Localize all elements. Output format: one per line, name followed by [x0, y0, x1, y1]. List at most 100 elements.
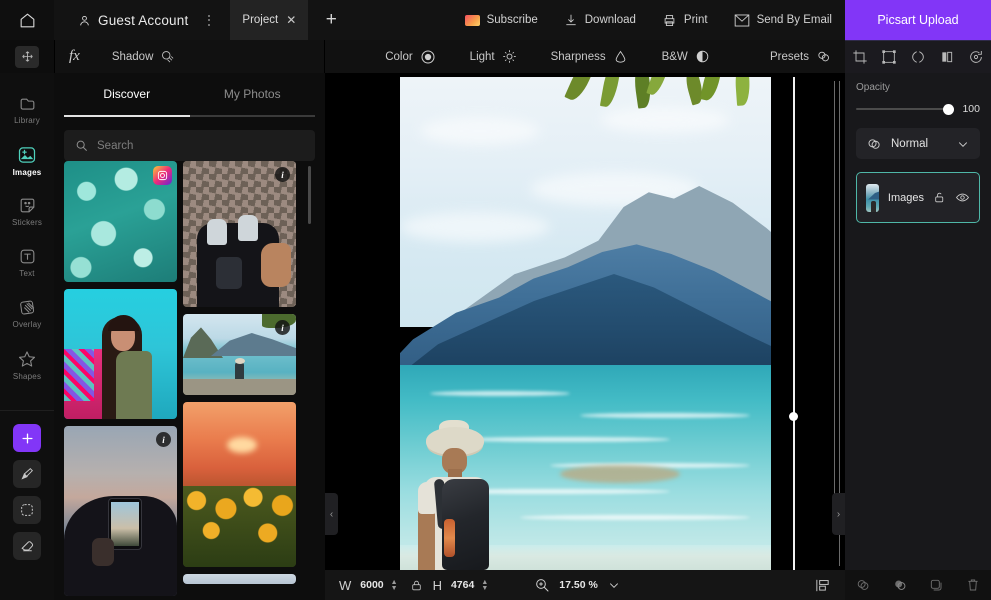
color-label: Color — [385, 50, 413, 63]
sunflower-sunset-thumb[interactable] — [183, 402, 296, 567]
new-tab-button[interactable]: + — [318, 0, 344, 40]
pool-water-thumb[interactable] — [64, 161, 177, 282]
opacity-slider[interactable] — [856, 103, 955, 115]
brush-button[interactable] — [13, 460, 41, 488]
move-tool-button[interactable] — [0, 40, 54, 73]
crop-icon[interactable] — [852, 49, 868, 65]
shape-select-button[interactable] — [13, 496, 41, 524]
lock-aspect-icon[interactable] — [410, 579, 423, 592]
sidebar-label-overlay: Overlay — [12, 320, 42, 329]
transform-icon[interactable] — [881, 49, 897, 65]
vertical-guide-handle[interactable] — [789, 412, 798, 421]
color-button[interactable]: Color — [385, 49, 435, 65]
sidebar-item-text[interactable]: Text — [0, 237, 54, 288]
email-icon — [734, 14, 750, 27]
delete-icon[interactable] — [965, 577, 981, 593]
eraser-icon — [20, 540, 33, 551]
width-value[interactable]: 6000 — [360, 579, 383, 591]
shape-select-icon — [21, 504, 33, 516]
height-value[interactable]: 4764 — [451, 579, 474, 591]
left-rail: Library Images Stickers Text Overlay Sha… — [0, 73, 54, 600]
rotate-icon[interactable] — [968, 49, 984, 65]
lake-traveler-thumb[interactable]: i — [183, 314, 296, 395]
subscribe-icon — [464, 14, 480, 26]
woman-portrait-thumb[interactable] — [64, 289, 177, 419]
layer-row-images[interactable]: Images — [856, 172, 980, 223]
search-input[interactable] — [97, 139, 304, 152]
bw-button[interactable]: B&W — [662, 49, 710, 64]
chevron-down-icon[interactable] — [956, 137, 970, 151]
blend-mode-select[interactable]: Normal — [856, 128, 980, 159]
sidebar-item-images[interactable]: Images — [0, 135, 54, 186]
project-tab-label: Project — [242, 14, 279, 26]
info-icon[interactable]: i — [275, 320, 290, 335]
bw-label: B&W — [661, 50, 688, 63]
blend-mode-label: Normal — [891, 137, 929, 150]
presets-button[interactable]: Presets — [770, 49, 831, 64]
zoom-in-icon[interactable] — [534, 577, 550, 593]
sidebar-item-shapes[interactable]: Shapes — [0, 339, 54, 390]
home-icon — [18, 11, 37, 30]
sidebar-item-stickers[interactable]: Stickers — [0, 186, 54, 237]
download-button[interactable]: Download — [551, 0, 649, 40]
panel-scrollbar[interactable] — [308, 166, 311, 224]
mirror-icon[interactable] — [939, 49, 955, 65]
merge-icon[interactable] — [855, 577, 871, 593]
home-button[interactable] — [0, 0, 54, 40]
width-stepper[interactable]: ▲ ▼ — [391, 579, 398, 592]
layer-actions — [845, 570, 991, 600]
fx-label[interactable]: fx — [69, 48, 80, 65]
account-label: Guest Account — [98, 12, 189, 28]
align-icon[interactable] — [814, 577, 831, 594]
subscribe-button[interactable]: Subscribe — [452, 0, 551, 40]
cobblestone-shoes-thumb[interactable]: i — [183, 161, 296, 307]
light-label: Light — [469, 50, 495, 63]
tab-discover[interactable]: Discover — [64, 73, 190, 115]
color-icon — [420, 49, 436, 65]
thumbnail-grid: i i i — [64, 161, 314, 600]
info-icon[interactable]: i — [156, 432, 171, 447]
height-stepper[interactable]: ▲ ▼ — [481, 579, 488, 592]
eraser-button[interactable] — [13, 532, 41, 560]
eye-icon[interactable] — [955, 190, 970, 205]
close-icon[interactable]: ✕ — [286, 14, 296, 26]
canvas-area[interactable]: ‹ › — [325, 73, 845, 570]
width-label: W — [339, 577, 352, 593]
flip-icon[interactable] — [910, 49, 926, 65]
print-label: Print — [683, 14, 708, 26]
copy-icon[interactable] — [928, 577, 944, 593]
info-icon[interactable]: i — [275, 167, 290, 182]
canvas-next-button[interactable]: › — [832, 493, 845, 535]
more-vertical-icon[interactable] — [202, 9, 216, 31]
duplicate-icon[interactable] — [892, 577, 908, 593]
search-bar[interactable] — [64, 130, 315, 161]
account-button[interactable]: Guest Account — [78, 13, 188, 28]
project-tab[interactable]: Project ✕ — [230, 0, 309, 40]
sharpness-button[interactable]: Sharpness — [551, 49, 628, 64]
sidebar-item-library[interactable]: Library — [0, 84, 54, 135]
partial-thumb[interactable] — [183, 574, 296, 584]
light-button[interactable]: Light — [470, 49, 517, 64]
sidebar-item-overlay[interactable]: Overlay — [0, 288, 54, 339]
zoom-control[interactable]: 17.50 % — [534, 577, 621, 593]
add-button[interactable] — [13, 424, 41, 452]
picsart-upload-button[interactable]: Picsart Upload — [845, 0, 991, 40]
download-label: Download — [584, 14, 636, 26]
opacity-slider-handle[interactable] — [943, 103, 955, 115]
shadow-button[interactable]: Shadow — [112, 49, 176, 64]
print-button[interactable]: Print — [649, 0, 721, 40]
canvas-photo[interactable] — [400, 77, 771, 570]
tab-my-photos[interactable]: My Photos — [190, 73, 316, 115]
sidebar-label-stickers: Stickers — [11, 218, 43, 227]
zoom-value[interactable]: 17.50 % — [559, 579, 598, 591]
download-icon — [564, 13, 578, 27]
unlock-icon[interactable] — [933, 191, 946, 204]
send-by-email-button[interactable]: Send By Email — [721, 0, 845, 40]
shadow-icon — [160, 49, 175, 64]
panel-tab-track — [64, 115, 315, 117]
canvas-prev-button[interactable]: ‹ — [325, 493, 338, 535]
vertical-guide[interactable] — [793, 77, 795, 570]
phone-photographer-thumb[interactable]: i — [64, 426, 177, 596]
chevron-down-icon[interactable] — [607, 578, 621, 592]
instagram-badge[interactable] — [153, 166, 172, 185]
